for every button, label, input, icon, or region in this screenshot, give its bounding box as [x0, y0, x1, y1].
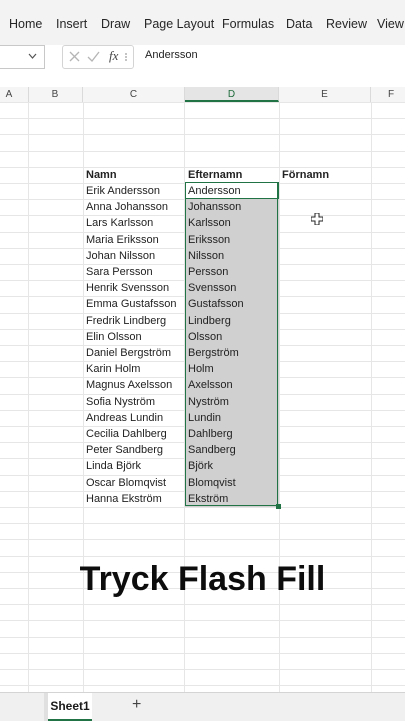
cell-namn[interactable]: Lars Karlsson: [86, 215, 153, 231]
cell-namn[interactable]: Peter Sandberg: [86, 442, 163, 458]
cell-efternamn[interactable]: Sandberg: [188, 442, 236, 458]
sheet-nav-icon[interactable]: [0, 693, 48, 721]
cell-efternamn[interactable]: Gustafsson: [188, 296, 244, 312]
cell-namn[interactable]: Hanna Ekström: [86, 491, 162, 507]
cell-efternamn[interactable]: Lundin: [188, 410, 221, 426]
cell-namn[interactable]: Anna Johansson: [86, 199, 168, 215]
cell-efternamn[interactable]: Holm: [188, 361, 214, 377]
cell-efternamn[interactable]: Ekström: [188, 491, 228, 507]
cancel-icon[interactable]: [69, 51, 80, 62]
formula-bar: fx Andersson: [0, 45, 405, 88]
tab-review[interactable]: Review: [326, 17, 367, 31]
cell-efternamn[interactable]: Karlsson: [188, 215, 231, 231]
tab-draw[interactable]: Draw: [101, 17, 130, 31]
cell-namn[interactable]: Fredrik Lindberg: [86, 313, 166, 329]
cell-efternamn[interactable]: Axelsson: [188, 377, 233, 393]
cell-namn[interactable]: Oscar Blomqvist: [86, 475, 166, 491]
column-header-a[interactable]: A: [0, 87, 29, 102]
cell-namn[interactable]: Cecilia Dahlberg: [86, 426, 167, 442]
cell-namn[interactable]: Sara Persson: [86, 264, 153, 280]
cell-efternamn[interactable]: Olsson: [188, 329, 222, 345]
column-header-e[interactable]: E: [279, 87, 371, 102]
tab-home[interactable]: Home: [9, 17, 42, 31]
formula-content[interactable]: Andersson: [145, 49, 198, 61]
cell-efternamn[interactable]: Eriksson: [188, 232, 230, 248]
enter-check-icon[interactable]: [87, 51, 100, 62]
sheet-tab-active[interactable]: Sheet1: [48, 693, 92, 721]
cell-efternamn[interactable]: Lindberg: [188, 313, 231, 329]
tab-formulas[interactable]: Formulas: [222, 17, 274, 31]
cell-namn[interactable]: Linda Björk: [86, 458, 141, 474]
cell-efternamn[interactable]: Nyström: [188, 394, 229, 410]
header-fornamn[interactable]: Förnamn: [282, 167, 329, 183]
column-header-f[interactable]: F: [371, 87, 405, 102]
header-efternamn[interactable]: Efternamn: [188, 167, 242, 183]
cell-namn[interactable]: Erik Andersson: [86, 183, 160, 199]
cell-efternamn[interactable]: Bergström: [188, 345, 239, 361]
tab-insert[interactable]: Insert: [56, 17, 87, 31]
cell-namn[interactable]: Emma Gustafsson: [86, 296, 176, 312]
column-header-c[interactable]: C: [83, 87, 185, 102]
ribbon: Home Insert Draw Page Layout Formulas Da…: [0, 0, 405, 46]
cell-efternamn[interactable]: Johansson: [188, 199, 241, 215]
cell-namn[interactable]: Maria Eriksson: [86, 232, 159, 248]
insert-function-icon[interactable]: fx: [109, 48, 118, 64]
cell-namn[interactable]: Karin Holm: [86, 361, 140, 377]
cell-cursor-icon: [311, 213, 323, 225]
column-headers: A B C D E F: [0, 87, 405, 103]
caption-text: Tryck Flash Fill: [79, 560, 326, 598]
cell-efternamn[interactable]: Blomqvist: [188, 475, 236, 491]
name-box[interactable]: [0, 45, 45, 69]
cell-efternamn[interactable]: Svensson: [188, 280, 236, 296]
formula-divider-icon: [125, 53, 127, 61]
cell-namn[interactable]: Johan Nilsson: [86, 248, 155, 264]
cell-namn[interactable]: Elin Olsson: [86, 329, 142, 345]
cell-namn[interactable]: Henrik Svensson: [86, 280, 169, 296]
cell-efternamn[interactable]: Persson: [188, 264, 228, 280]
column-header-d[interactable]: D: [185, 87, 279, 102]
cell-namn[interactable]: Magnus Axelsson: [86, 377, 172, 393]
cell-efternamn[interactable]: Dahlberg: [188, 426, 233, 442]
cell-efternamn[interactable]: Andersson: [188, 183, 241, 199]
cell-namn[interactable]: Andreas Lundin: [86, 410, 163, 426]
cell-namn[interactable]: Sofia Nyström: [86, 394, 155, 410]
chevron-down-icon[interactable]: [28, 53, 37, 59]
tab-page-layout[interactable]: Page Layout: [144, 17, 214, 31]
fill-handle[interactable]: [276, 504, 281, 509]
sheet-tab-bar: Sheet1 +: [0, 692, 405, 721]
cell-namn[interactable]: Daniel Bergström: [86, 345, 171, 361]
column-header-b[interactable]: B: [28, 87, 83, 102]
tab-data[interactable]: Data: [286, 17, 312, 31]
header-namn[interactable]: Namn: [86, 167, 117, 183]
add-sheet-icon[interactable]: +: [132, 696, 141, 714]
cell-efternamn[interactable]: Nilsson: [188, 248, 224, 264]
tab-view[interactable]: View: [377, 17, 404, 31]
cell-efternamn[interactable]: Björk: [188, 458, 213, 474]
formula-icons: fx: [62, 45, 134, 69]
